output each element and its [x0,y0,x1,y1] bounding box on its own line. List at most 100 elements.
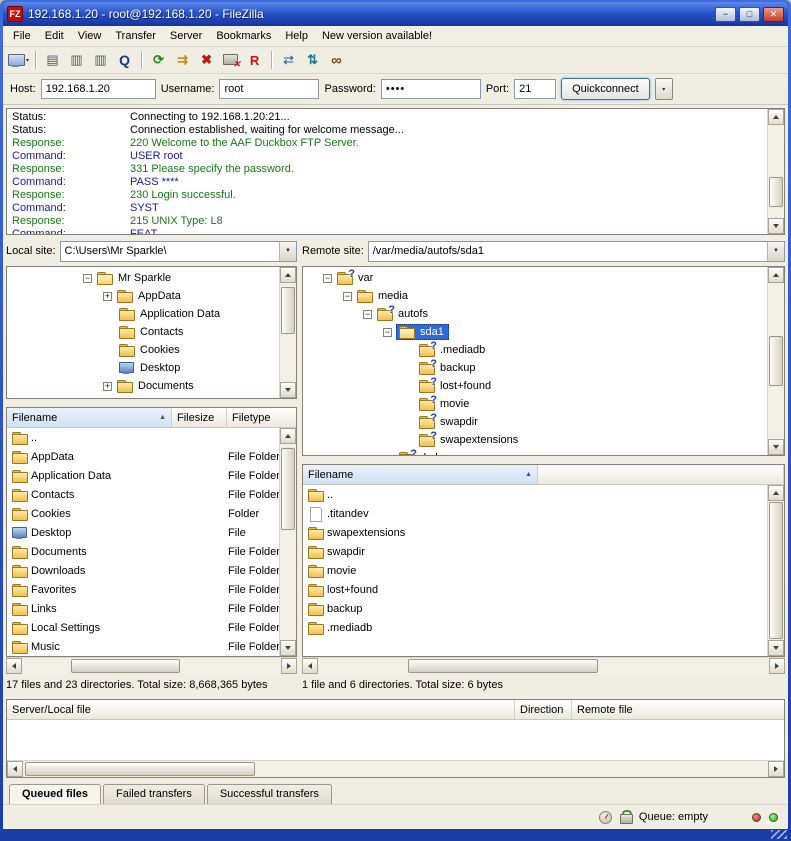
combo-dropdown-icon[interactable]: ▼ [279,242,296,261]
menu-new-version[interactable]: New version available! [315,27,439,45]
toggle-local-tree-button[interactable]: ▥ [65,49,88,71]
scroll-up-button[interactable] [768,109,784,125]
tree-item[interactable]: swapdir [303,413,767,431]
file-row[interactable]: FavoritesFile Folder [7,580,279,599]
menu-edit[interactable]: Edit [38,27,71,45]
local-site-combo[interactable]: C:\Users\Mr Sparkle\ ▼ [60,241,297,262]
menu-file[interactable]: File [6,27,38,45]
column-header-remote-file[interactable]: Remote file [572,700,784,719]
tree-item[interactable]: AppData [7,287,279,305]
scroll-thumb[interactable] [281,448,295,530]
toggle-remote-tree-button[interactable]: ▥ [89,49,112,71]
scroll-thumb[interactable] [25,762,255,776]
collapse-icon[interactable] [83,274,92,283]
menu-server[interactable]: Server [163,27,209,45]
disconnect-button[interactable] [219,49,242,71]
scroll-up-button[interactable] [280,267,296,283]
menu-transfer[interactable]: Transfer [108,27,163,45]
menu-view[interactable]: View [71,27,109,45]
tree-item[interactable]: Contacts [7,323,279,341]
sync-browse-button[interactable]: ⇅ [301,49,324,71]
collapse-icon[interactable] [363,310,372,319]
log-vertical-scrollbar[interactable] [767,109,784,234]
file-row[interactable]: movie [303,561,767,580]
column-header-filename[interactable]: Filename▲ [7,408,172,427]
cancel-button[interactable]: ✖ [195,49,218,71]
scroll-up-button[interactable] [768,485,784,501]
file-row[interactable]: .mediadb [303,618,767,637]
tree-item[interactable]: sda1 [303,323,767,341]
scroll-up-button[interactable] [768,267,784,283]
scroll-up-button[interactable] [280,428,296,444]
site-manager-button[interactable]: ▾ [7,49,30,71]
toggle-log-button[interactable]: ▤ [41,49,64,71]
scroll-thumb[interactable] [769,177,783,207]
scroll-right-button[interactable] [768,761,784,777]
local-horizontal-scrollbar[interactable] [6,657,297,674]
file-row[interactable]: ContactsFile Folder [7,485,279,504]
file-row[interactable]: DownloadsFile Folder [7,561,279,580]
scroll-thumb[interactable] [408,659,597,673]
tab-queued-files[interactable]: Queued files [9,784,101,804]
column-header-server-local-file[interactable]: Server/Local file [7,700,515,719]
expand-icon[interactable] [103,382,112,391]
speed-limit-icon[interactable] [599,811,612,824]
scroll-left-button[interactable] [6,658,22,674]
password-input[interactable] [381,79,481,99]
column-header-filesize[interactable]: Filesize [172,408,227,427]
scroll-down-button[interactable] [768,640,784,656]
tree-item[interactable]: media [303,287,767,305]
tree-item[interactable]: Downloads [7,395,279,398]
compare-button[interactable]: ⇄ [277,49,300,71]
scroll-down-button[interactable] [280,382,296,398]
tree-item[interactable]: swapextensions [303,431,767,449]
file-row[interactable]: .. [7,428,279,447]
tree-item[interactable]: lost+found [303,377,767,395]
quickconnect-dropdown-button[interactable]: ▾ [655,78,673,100]
scroll-down-button[interactable] [768,218,784,234]
file-row[interactable]: backup [303,599,767,618]
scroll-right-button[interactable] [769,658,785,674]
tree-item[interactable]: Mr Sparkle [7,269,279,287]
username-input[interactable] [219,79,319,99]
column-header-direction[interactable]: Direction [515,700,572,719]
collapse-icon[interactable] [343,292,352,301]
reconnect-button[interactable]: R [243,49,266,71]
tab-successful-transfers[interactable]: Successful transfers [207,784,332,804]
file-row[interactable]: swapextensions [303,523,767,542]
encryption-status-icon[interactable] [620,810,631,824]
scroll-down-button[interactable] [768,439,784,455]
tree-item[interactable]: Desktop [7,359,279,377]
file-row[interactable]: MusicFile Folder [7,637,279,656]
collapse-icon[interactable] [323,274,332,283]
remote-tree-scrollbar[interactable] [767,267,784,455]
tree-item[interactable]: Application Data [7,305,279,323]
tree-item[interactable]: backup [303,359,767,377]
remote-files-scrollbar[interactable] [767,485,784,656]
scroll-thumb[interactable] [769,502,783,638]
find-files-button[interactable]: ∞ [325,49,348,71]
remote-site-combo[interactable]: /var/media/autofs/sda1 ▼ [368,241,785,262]
scroll-thumb[interactable] [281,287,295,335]
host-input[interactable] [41,79,156,99]
file-row[interactable]: .titandev [303,504,767,523]
tree-item[interactable]: autofs [303,305,767,323]
maximize-button[interactable]: □ [739,7,760,22]
file-row[interactable]: lost+found [303,580,767,599]
remote-horizontal-scrollbar[interactable] [302,657,785,674]
tree-item[interactable]: movie [303,395,767,413]
expand-icon[interactable] [103,292,112,301]
combo-dropdown-icon[interactable]: ▼ [767,242,784,261]
queue-horizontal-scrollbar[interactable] [7,760,784,777]
close-button[interactable]: ✕ [763,7,784,22]
file-row[interactable]: CookiesFolder [7,504,279,523]
scroll-thumb[interactable] [769,336,783,386]
process-queue-button[interactable]: ⇉ [171,49,194,71]
resize-grip[interactable] [771,830,787,839]
scroll-left-button[interactable] [7,761,23,777]
scroll-left-button[interactable] [302,658,318,674]
tab-failed-transfers[interactable]: Failed transfers [103,784,205,804]
tree-item[interactable]: .mediadb [303,341,767,359]
column-header-filetype[interactable]: Filetype [227,408,296,427]
file-row[interactable]: AppDataFile Folder [7,447,279,466]
